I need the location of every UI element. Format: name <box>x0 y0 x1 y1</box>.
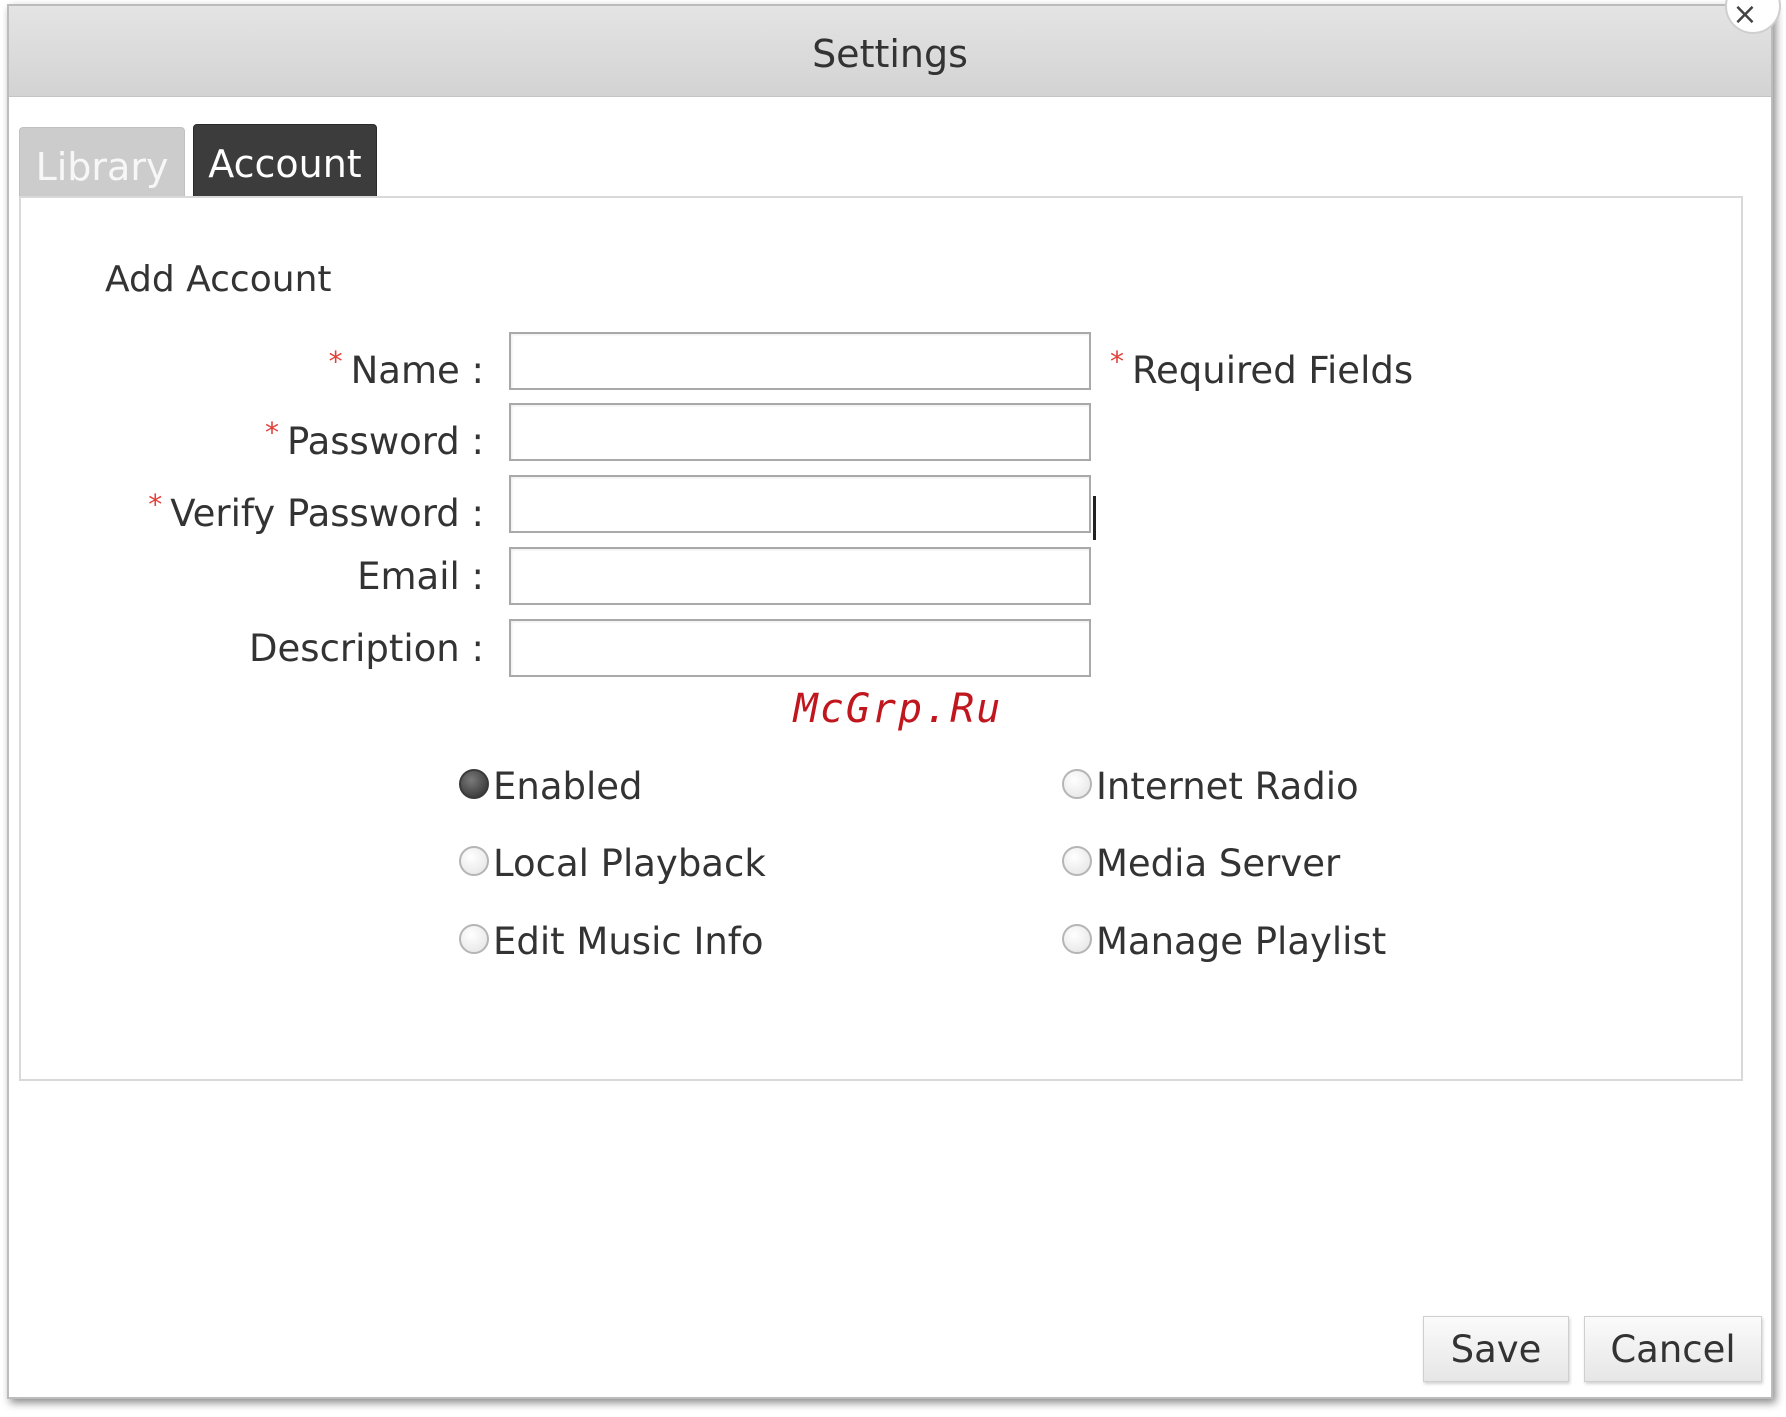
required-fields-note: * Required Fields <box>1110 340 1413 393</box>
verify-password-label-text: Verify Password : <box>170 492 484 535</box>
tab-library[interactable]: Library <box>19 127 185 197</box>
option-label: Internet Radio <box>1096 765 1359 808</box>
email-label: Email : <box>357 555 484 598</box>
password-label-text: Password : <box>286 420 484 463</box>
section-title: Add Account <box>105 259 332 300</box>
required-mark: * <box>264 416 279 449</box>
radio-unchecked-icon[interactable] <box>1062 846 1092 876</box>
option-edit-music-info[interactable]: Edit Music Info <box>459 920 763 964</box>
radio-unchecked-icon[interactable] <box>459 924 489 954</box>
tab-account[interactable]: Account <box>193 124 377 197</box>
option-label: Manage Playlist <box>1096 920 1387 963</box>
option-label: Edit Music Info <box>493 920 764 963</box>
watermark: McGrp.Ru <box>793 686 1003 732</box>
verify-password-label: * Verify Password : <box>148 483 484 536</box>
option-internet-radio[interactable]: Internet Radio <box>1062 765 1359 809</box>
required-mark: * <box>1110 345 1124 378</box>
required-mark: * <box>328 345 343 378</box>
verify-password-field[interactable] <box>509 475 1091 533</box>
cancel-button[interactable]: Cancel <box>1584 1316 1762 1382</box>
radio-unchecked-icon[interactable] <box>1062 769 1092 799</box>
email-field[interactable] <box>509 547 1091 605</box>
radio-unchecked-icon[interactable] <box>1062 924 1092 954</box>
text-cursor <box>1093 496 1096 540</box>
option-manage-playlist[interactable]: Manage Playlist <box>1062 920 1386 964</box>
name-label: * Name : <box>329 340 484 393</box>
required-mark: * <box>148 488 163 521</box>
name-label-text: Name : <box>350 349 484 392</box>
description-label: Description : <box>249 627 484 670</box>
close-icon[interactable]: × <box>1725 0 1781 34</box>
option-label: Enabled <box>493 765 643 808</box>
save-button[interactable]: Save <box>1423 1316 1569 1382</box>
required-note-text: Required Fields <box>1132 349 1414 392</box>
option-local-playback[interactable]: Local Playback <box>459 842 766 886</box>
radio-checked-icon[interactable] <box>459 769 489 799</box>
name-field[interactable] <box>509 332 1091 390</box>
radio-unchecked-icon[interactable] <box>459 846 489 876</box>
password-field[interactable] <box>509 403 1091 461</box>
option-enabled[interactable]: Enabled <box>459 765 643 809</box>
password-label: * Password : <box>265 411 484 464</box>
option-media-server[interactable]: Media Server <box>1062 842 1340 886</box>
dialog-title: Settings <box>9 6 1771 97</box>
option-label: Media Server <box>1096 842 1341 885</box>
description-field[interactable] <box>509 619 1091 677</box>
option-label: Local Playback <box>493 842 766 885</box>
